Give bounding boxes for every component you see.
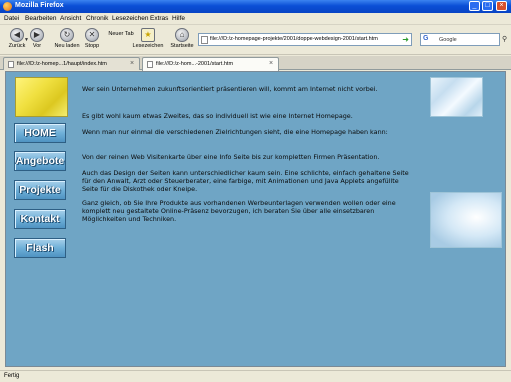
close-window-button[interactable]: × [496,1,507,11]
star-icon: ★ [141,28,155,42]
range-paragraph: Von der reinen Web Visitenkarte über ein… [82,153,380,161]
intro-paragraph: Wer sein Unternehmen zukunftsorientiert … [82,85,378,93]
site-nav-home[interactable]: HOME [14,123,66,143]
site-nav-projekte[interactable]: Projekte [14,180,66,200]
page-viewport: HOME Angebote Projekte Kontakt Flash Wer… [5,71,506,367]
search-engine-label: Google [439,37,457,43]
page-icon [8,61,14,68]
menu-hilfe[interactable]: Hilfe [172,15,185,22]
site-logo [15,77,68,117]
google-icon: G [423,35,429,42]
new-tab-button[interactable]: Neuer Tab [107,26,135,53]
tab-start[interactable]: file:///D:/z-hom...-2001/start.htm × [142,57,279,71]
window-title-bar[interactable]: Mozilla Firefox _ □ × [0,0,511,13]
menu-datei[interactable]: Datei [4,15,19,22]
minimize-button[interactable]: _ [469,1,480,11]
status-text: Fertig [4,373,20,379]
decorative-image-bottom [430,192,502,248]
maximize-button[interactable]: □ [482,1,493,11]
menu-chronik[interactable]: Chronik [86,15,108,22]
firefox-icon [3,2,12,11]
homepage-paragraph: Es gibt wohl kaum etwas Zweites, das so … [82,112,353,120]
forward-arrow-icon: ▶ [30,28,44,42]
page-icon [147,61,153,68]
menu-bearbeiten[interactable]: Bearbeiten [25,15,56,22]
tab-haupt-index[interactable]: file:///D:/z-homep...1/haupt/index.htm × [3,57,140,70]
search-box[interactable]: G Google [420,33,500,46]
menu-ansicht[interactable]: Ansicht [60,15,81,22]
address-bar[interactable]: file:///D:/z-homepage-projekte/2001/dopp… [198,33,412,46]
close-tab-icon[interactable]: × [267,60,275,68]
menu-bar: Datei Bearbeiten Ansicht Chronik Lesezei… [0,13,511,25]
site-nav-flash[interactable]: Flash [14,238,66,258]
site-nav-angebote[interactable]: Angebote [14,151,66,171]
search-magnifier-icon[interactable]: ⚲ [502,35,507,43]
menu-extras[interactable]: Extras [150,15,168,22]
status-bar: Fertig [0,370,511,382]
consulting-paragraph: Ganz gleich, ob Sie Ihre Produkte aus vo… [82,199,396,223]
stop-button[interactable]: ✕ Stopp [77,26,107,53]
menu-lesezeichen[interactable]: Lesezeichen [112,15,149,22]
home-button[interactable]: ⌂ Startseite [167,26,197,53]
go-arrow-icon[interactable]: ➜ [402,35,409,44]
stop-icon: ✕ [85,28,99,42]
tab-strip: file:///D:/z-homep...1/haupt/index.htm ×… [0,56,511,71]
bookmarks-button[interactable]: ★ Lesezeichen [132,26,164,53]
close-tab-icon[interactable]: × [128,60,136,68]
window-title: Mozilla Firefox [15,2,64,9]
design-paragraph: Auch das Design der Seiten kann untersch… [82,169,409,193]
page-icon [201,36,208,44]
address-text[interactable]: file:///D:/z-homepage-projekte/2001/dopp… [210,36,378,42]
site-nav-kontakt[interactable]: Kontakt [14,209,66,229]
decorative-image-top [430,77,483,117]
reload-icon: ↻ [60,28,74,42]
forward-button[interactable]: ▶ Vor [22,26,52,53]
home-icon: ⌂ [175,28,189,42]
navigation-toolbar: ◀ Zurück ▼ ▶ Vor ↻ Neu laden ✕ Stopp Neu… [0,25,511,55]
goals-paragraph: Wenn man nur einmal die verschiedenen Zi… [82,128,388,136]
